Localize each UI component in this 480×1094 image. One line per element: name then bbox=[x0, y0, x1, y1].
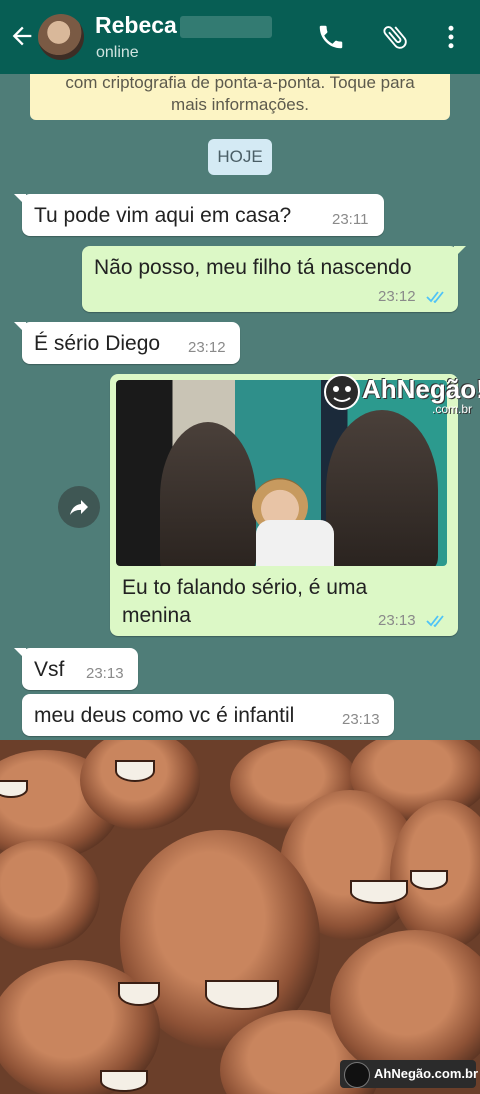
read-receipt-icon bbox=[426, 615, 444, 627]
date-divider: HOJE bbox=[208, 139, 272, 175]
message-text: É sério Diego bbox=[34, 332, 161, 355]
message-time: 23:12 bbox=[188, 339, 226, 356]
phone-icon[interactable] bbox=[316, 22, 346, 52]
paperclip-icon[interactable] bbox=[380, 22, 410, 52]
ahnegao-watermark: AhNegão! .com.br bbox=[322, 372, 480, 418]
message-time: 23:13 bbox=[342, 711, 380, 728]
blurred-surname bbox=[180, 16, 272, 38]
watermark-brand: AhNegão! bbox=[362, 374, 480, 404]
image-caption-line-1: Eu to falando sério, é uma bbox=[122, 576, 368, 599]
message-time: 23:11 bbox=[332, 211, 369, 228]
image-caption-line-2: menina bbox=[122, 604, 191, 627]
message-text: Não posso, meu filho tá nascendo bbox=[94, 256, 412, 279]
contact-name[interactable]: Rebeca bbox=[95, 12, 177, 39]
mascot-icon bbox=[324, 374, 360, 410]
encryption-line-2: mais informações. bbox=[171, 95, 309, 114]
watermark-sub: .com.br bbox=[432, 402, 473, 416]
message-incoming[interactable]: meu deus como vc é infantil 23:13 bbox=[22, 694, 394, 736]
message-incoming[interactable]: Tu pode vim aqui em casa? 23:11 bbox=[14, 194, 384, 236]
forward-button[interactable] bbox=[58, 486, 100, 528]
message-incoming[interactable]: É sério Diego 23:12 bbox=[14, 322, 240, 364]
message-outgoing[interactable]: Não posso, meu filho tá nascendo 23:12 bbox=[82, 246, 466, 312]
message-text: Tu pode vim aqui em casa? bbox=[34, 204, 292, 227]
message-text: meu deus como vc é infantil bbox=[34, 704, 295, 727]
message-time: 23:13 bbox=[378, 612, 416, 629]
footer-watermark-text: AhNegão.com.br bbox=[374, 1066, 479, 1081]
laughing-faces-image bbox=[0, 740, 480, 1094]
chat-header: Rebeca online bbox=[0, 0, 480, 74]
footer-watermark: AhNegão.com.br bbox=[340, 1060, 479, 1088]
more-vert-icon[interactable] bbox=[436, 22, 466, 52]
contact-status: online bbox=[96, 44, 139, 61]
back-arrow-icon[interactable] bbox=[8, 22, 36, 50]
avatar[interactable] bbox=[38, 14, 84, 60]
read-receipt-icon bbox=[426, 291, 444, 303]
mascot-icon bbox=[344, 1062, 370, 1088]
message-time: 23:12 bbox=[378, 288, 416, 305]
message-time: 23:13 bbox=[86, 665, 124, 682]
encryption-line-1: com criptografia de ponta-a-ponta. Toque… bbox=[65, 73, 415, 92]
forward-icon bbox=[70, 500, 88, 515]
message-text: Vsf bbox=[34, 658, 65, 681]
message-incoming[interactable]: Vsf 23:13 bbox=[14, 648, 138, 690]
